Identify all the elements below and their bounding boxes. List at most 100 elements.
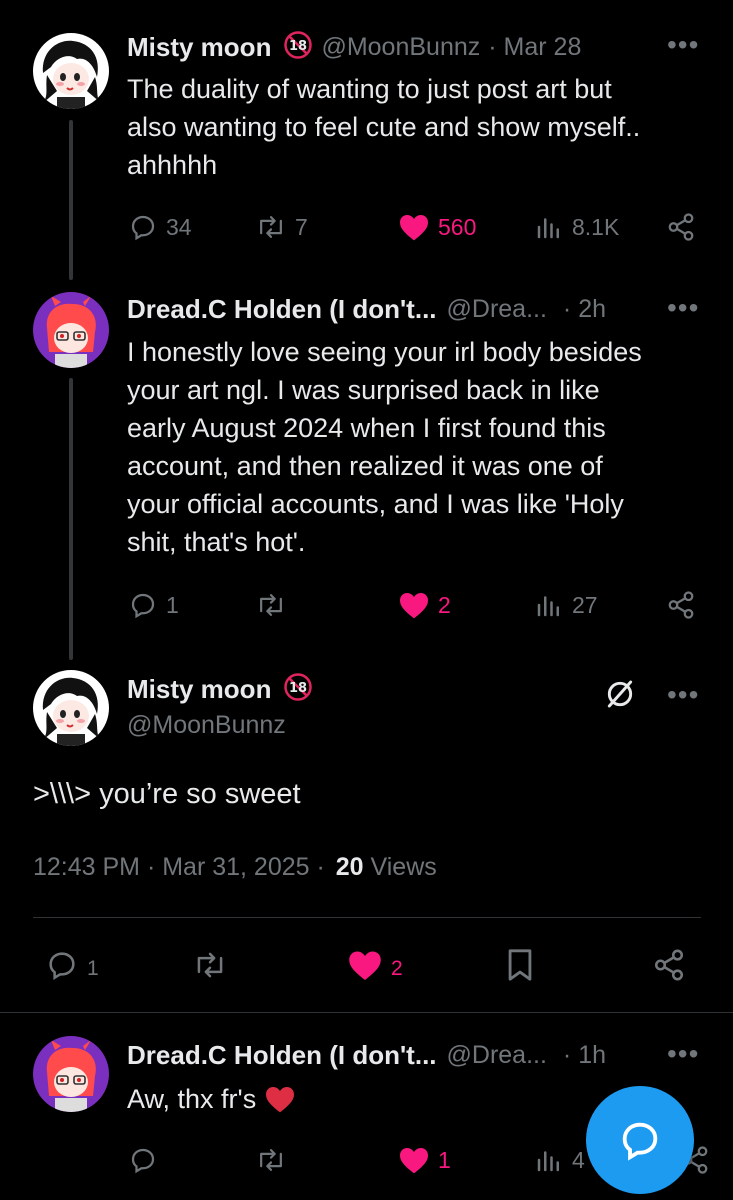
- like-button[interactable]: 560: [398, 212, 476, 242]
- reply-icon: [49, 952, 75, 981]
- thread-line: [69, 378, 73, 660]
- like-button[interactable]: 2: [398, 590, 451, 620]
- repost-button[interactable]: [255, 1145, 287, 1175]
- tweet-text-line: your official accounts, and I was like '…: [127, 489, 624, 519]
- like-count: 2: [438, 591, 451, 618]
- views-icon: [537, 1151, 559, 1172]
- tweet-author-name[interactable]: Dread.C Holden (I don't...: [127, 294, 437, 325]
- tweet-author-handle[interactable]: @Drea...: [447, 295, 547, 324]
- compose-reply-fab[interactable]: [586, 1086, 694, 1194]
- compose-icon: [622, 1122, 658, 1161]
- reply-text: Aw, thx fr's: [127, 1084, 257, 1114]
- like-count: 560: [438, 213, 477, 240]
- more-icon[interactable]: •••: [667, 681, 699, 709]
- share-icon: [654, 949, 684, 981]
- share-button[interactable]: [652, 948, 686, 982]
- bookmark-icon: [508, 949, 532, 981]
- reply-count: 1: [166, 591, 179, 618]
- thread-line: [69, 120, 73, 280]
- share-button[interactable]: [666, 590, 696, 620]
- more-icon[interactable]: •••: [667, 294, 699, 322]
- heart-icon: [400, 1148, 428, 1174]
- repost-icon: [197, 952, 223, 978]
- avatar-misty-image: [33, 33, 109, 109]
- reply-icon: [131, 1148, 155, 1174]
- like-count: 1: [438, 1146, 451, 1173]
- tweet-text-line: also wanting to feel cute and show mysel…: [127, 112, 641, 142]
- views-count: 27: [572, 591, 598, 618]
- red-heart-emoji-icon: [266, 1087, 295, 1113]
- reply-icon: [131, 593, 155, 619]
- tweet-text-line: I honestly love seeing your irl body bes…: [127, 337, 642, 367]
- reply-icon: [131, 215, 155, 241]
- reply-button[interactable]: [128, 1145, 158, 1175]
- share-icon: [668, 591, 694, 619]
- repost-button[interactable]: 7: [255, 212, 308, 242]
- divider: [0, 1012, 733, 1013]
- views-count: 4: [572, 1146, 585, 1173]
- age-18-icon: 18: [283, 30, 313, 65]
- tweet-text-line: account, and then realized it was one of: [127, 451, 603, 481]
- svg-text:18: 18: [289, 39, 307, 54]
- more-icon[interactable]: •••: [667, 31, 699, 59]
- avatar-dread[interactable]: [33, 1036, 109, 1112]
- views-count: 8.1K: [572, 213, 620, 240]
- main-tweet-text: >\\\> you’re so sweet: [33, 778, 301, 810]
- tweet-text-line: your art ngl. I was surprised back in li…: [127, 375, 600, 405]
- avatar-dread-image: [33, 1036, 109, 1112]
- tweet-time[interactable]: · Mar 28: [488, 33, 581, 62]
- like-button[interactable]: 1: [398, 1145, 451, 1175]
- age-18-icon: 18: [283, 672, 313, 707]
- main-author-handle[interactable]: @MoonBunnz: [127, 711, 286, 740]
- tweet-text-line: The duality of wanting to just post art …: [127, 74, 612, 104]
- tweet-author-handle[interactable]: @MoonBunnz: [321, 33, 480, 62]
- views-label: Views: [370, 853, 437, 881]
- heart-icon: [400, 593, 428, 619]
- reply-author-name[interactable]: Dread.C Holden (I don't...: [127, 1040, 437, 1071]
- main-timestamp: 12:43 PM · Mar 31, 2025 ·: [33, 853, 325, 881]
- heart-icon: [349, 951, 381, 980]
- divider: [33, 917, 701, 918]
- tweet-author-name[interactable]: Misty moon: [127, 32, 271, 63]
- views-icon: [537, 596, 559, 617]
- avatar-misty[interactable]: [33, 33, 109, 109]
- reply-count: 34: [166, 213, 192, 240]
- like-button[interactable]: 2: [347, 948, 403, 982]
- repost-icon: [260, 1149, 282, 1171]
- tweet-text: I honestly love seeing your irl body bes…: [127, 333, 727, 561]
- bookmark-button[interactable]: [504, 948, 536, 982]
- reply-button[interactable]: 1: [128, 590, 179, 620]
- svg-text:18: 18: [289, 681, 307, 696]
- avatar-misty-image: [33, 670, 109, 746]
- tweet-time[interactable]: · 2h: [563, 295, 606, 324]
- views-count: 20: [335, 853, 364, 881]
- views-icon: [537, 218, 559, 239]
- grok-icon[interactable]: [604, 678, 636, 715]
- repost-icon: [260, 216, 282, 238]
- repost-button[interactable]: [192, 948, 228, 982]
- repost-icon: [260, 594, 282, 616]
- reply-button[interactable]: 1: [45, 948, 99, 982]
- repost-button[interactable]: [255, 590, 287, 620]
- reply-time[interactable]: · 1h: [563, 1041, 606, 1070]
- tweet-text-line: shit, that's hot'.: [127, 527, 306, 557]
- avatar-dread-image: [33, 292, 109, 368]
- views-button[interactable]: 4: [534, 1145, 585, 1175]
- avatar-dread[interactable]: [33, 292, 109, 368]
- heart-icon: [400, 215, 428, 241]
- views-button[interactable]: 8.1K: [534, 212, 619, 242]
- tweet-text-line: ahhhhh: [127, 150, 218, 180]
- tweet-text: The duality of wanting to just post art …: [127, 70, 717, 184]
- views-button[interactable]: 27: [534, 590, 598, 620]
- main-author-name[interactable]: Misty moon: [127, 674, 271, 705]
- more-icon[interactable]: •••: [667, 1040, 699, 1068]
- reply-button[interactable]: 34: [128, 212, 192, 242]
- share-button[interactable]: [666, 212, 696, 242]
- repost-count: 7: [295, 213, 308, 240]
- avatar-misty[interactable]: [33, 670, 109, 746]
- reply-count: 1: [87, 957, 99, 980]
- like-count: 2: [391, 957, 403, 980]
- share-icon: [668, 213, 694, 241]
- tweet-text-line: early August 2024 when I first found thi…: [127, 413, 606, 443]
- reply-author-handle[interactable]: @Drea...: [447, 1041, 547, 1070]
